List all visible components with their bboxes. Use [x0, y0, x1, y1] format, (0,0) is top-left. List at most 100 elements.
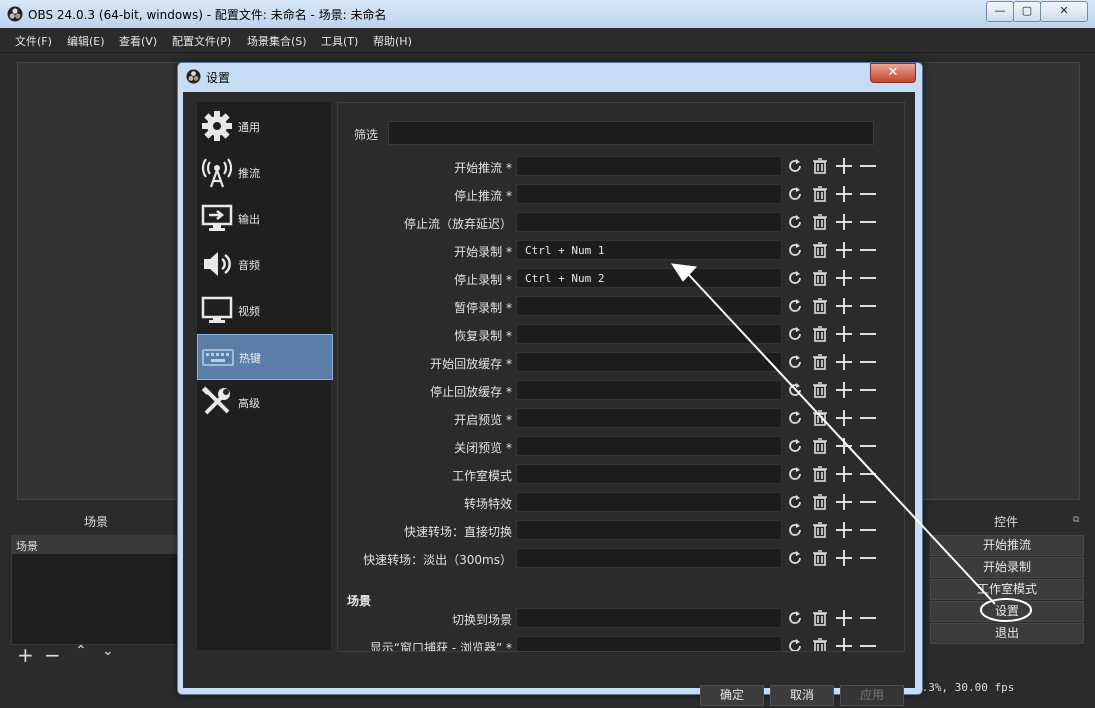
sidebar-item-stream[interactable]: 推流: [197, 150, 331, 194]
trash-icon[interactable]: [811, 157, 829, 175]
hotkey-input[interactable]: [516, 492, 782, 512]
reset-icon[interactable]: [786, 381, 804, 399]
remove-icon[interactable]: [859, 325, 877, 343]
trash-icon[interactable]: [811, 521, 829, 539]
remove-icon[interactable]: [859, 297, 877, 315]
add-icon[interactable]: [835, 297, 853, 315]
add-icon[interactable]: [835, 609, 853, 627]
remove-icon[interactable]: [859, 549, 877, 567]
reset-icon[interactable]: [786, 325, 804, 343]
trash-icon[interactable]: [811, 325, 829, 343]
add-icon[interactable]: [835, 241, 853, 259]
reset-icon[interactable]: [786, 437, 804, 455]
maximize-button[interactable]: ▢: [1013, 1, 1041, 22]
remove-icon[interactable]: [859, 637, 877, 652]
cancel-button[interactable]: 取消: [770, 685, 834, 706]
menu-edit[interactable]: 编辑(E): [67, 33, 105, 49]
add-icon[interactable]: [835, 637, 853, 652]
reset-icon[interactable]: [786, 241, 804, 259]
start-streaming-button[interactable]: 开始推流: [930, 535, 1084, 556]
move-scene-down-button[interactable]: ⌄: [102, 643, 114, 659]
remove-icon[interactable]: [859, 465, 877, 483]
reset-icon[interactable]: [786, 493, 804, 511]
start-recording-button[interactable]: 开始录制: [930, 557, 1084, 578]
minimize-button[interactable]: —: [986, 1, 1014, 22]
hotkey-input[interactable]: Ctrl + Num 2: [516, 268, 782, 288]
trash-icon[interactable]: [811, 353, 829, 371]
reset-icon[interactable]: [786, 213, 804, 231]
add-icon[interactable]: [835, 409, 853, 427]
trash-icon[interactable]: [811, 297, 829, 315]
hotkey-input[interactable]: [516, 636, 782, 651]
remove-icon[interactable]: [859, 157, 877, 175]
add-icon[interactable]: [835, 381, 853, 399]
filter-input[interactable]: [388, 121, 874, 145]
trash-icon[interactable]: [811, 493, 829, 511]
reset-icon[interactable]: [786, 465, 804, 483]
reset-icon[interactable]: [786, 269, 804, 287]
sidebar-item-hotkeys[interactable]: 热键: [197, 334, 333, 380]
remove-icon[interactable]: [859, 437, 877, 455]
menu-tools[interactable]: 工具(T): [321, 33, 358, 49]
remove-icon[interactable]: [859, 409, 877, 427]
menu-file[interactable]: 文件(F): [15, 33, 52, 49]
apply-button[interactable]: 应用: [840, 685, 904, 706]
scene-list[interactable]: 场景: [11, 535, 183, 645]
trash-icon[interactable]: [811, 241, 829, 259]
add-icon[interactable]: [835, 269, 853, 287]
dialog-close-button[interactable]: ✕: [870, 63, 916, 83]
hotkey-input[interactable]: [516, 184, 782, 204]
dock-float-icon[interactable]: ⧉: [1073, 515, 1079, 525]
menu-profile[interactable]: 配置文件(P): [172, 33, 231, 49]
hotkey-input[interactable]: [516, 436, 782, 456]
ok-button[interactable]: 确定: [700, 685, 764, 706]
settings-button[interactable]: 设置: [930, 601, 1084, 622]
add-icon[interactable]: [835, 465, 853, 483]
add-icon[interactable]: [835, 157, 853, 175]
hotkey-input[interactable]: [516, 156, 782, 176]
sidebar-item-output[interactable]: 输出: [197, 196, 331, 240]
add-icon[interactable]: [835, 521, 853, 539]
studio-mode-button[interactable]: 工作室模式: [930, 579, 1084, 600]
trash-icon[interactable]: [811, 213, 829, 231]
remove-icon[interactable]: [859, 609, 877, 627]
remove-icon[interactable]: [859, 353, 877, 371]
hotkey-input[interactable]: Ctrl + Num 1: [516, 240, 782, 260]
remove-icon[interactable]: [859, 521, 877, 539]
hotkey-input[interactable]: [516, 212, 782, 232]
reset-icon[interactable]: [786, 157, 804, 175]
sidebar-item-video[interactable]: 视频: [197, 288, 331, 332]
sidebar-item-advanced[interactable]: 高级: [197, 380, 331, 424]
add-icon[interactable]: [835, 353, 853, 371]
hotkey-input[interactable]: [516, 548, 782, 568]
add-scene-button[interactable]: +: [17, 643, 34, 667]
add-icon[interactable]: [835, 493, 853, 511]
trash-icon[interactable]: [811, 437, 829, 455]
trash-icon[interactable]: [811, 381, 829, 399]
hotkey-input[interactable]: [516, 520, 782, 540]
reset-icon[interactable]: [786, 297, 804, 315]
reset-icon[interactable]: [786, 409, 804, 427]
hotkey-input[interactable]: [516, 352, 782, 372]
sidebar-item-general[interactable]: 通用: [197, 104, 331, 148]
hotkey-input[interactable]: [516, 380, 782, 400]
trash-icon[interactable]: [811, 549, 829, 567]
remove-icon[interactable]: [859, 213, 877, 231]
remove-scene-button[interactable]: −: [44, 643, 61, 667]
reset-icon[interactable]: [786, 353, 804, 371]
close-button[interactable]: ✕: [1040, 1, 1088, 22]
trash-icon[interactable]: [811, 269, 829, 287]
trash-icon[interactable]: [811, 185, 829, 203]
reset-icon[interactable]: [786, 185, 804, 203]
hotkey-input[interactable]: [516, 408, 782, 428]
add-icon[interactable]: [835, 325, 853, 343]
trash-icon[interactable]: [811, 465, 829, 483]
exit-button[interactable]: 退出: [930, 623, 1084, 644]
remove-icon[interactable]: [859, 269, 877, 287]
reset-icon[interactable]: [786, 521, 804, 539]
remove-icon[interactable]: [859, 185, 877, 203]
hotkeys-panel[interactable]: 筛选 开始推流 * 停止推流 * 停止流（放弃延迟） 开始录制 * Ctrl + Num…: [337, 102, 905, 652]
hotkey-input[interactable]: [516, 608, 782, 628]
hotkey-input[interactable]: [516, 324, 782, 344]
menu-view[interactable]: 查看(V): [119, 33, 157, 49]
